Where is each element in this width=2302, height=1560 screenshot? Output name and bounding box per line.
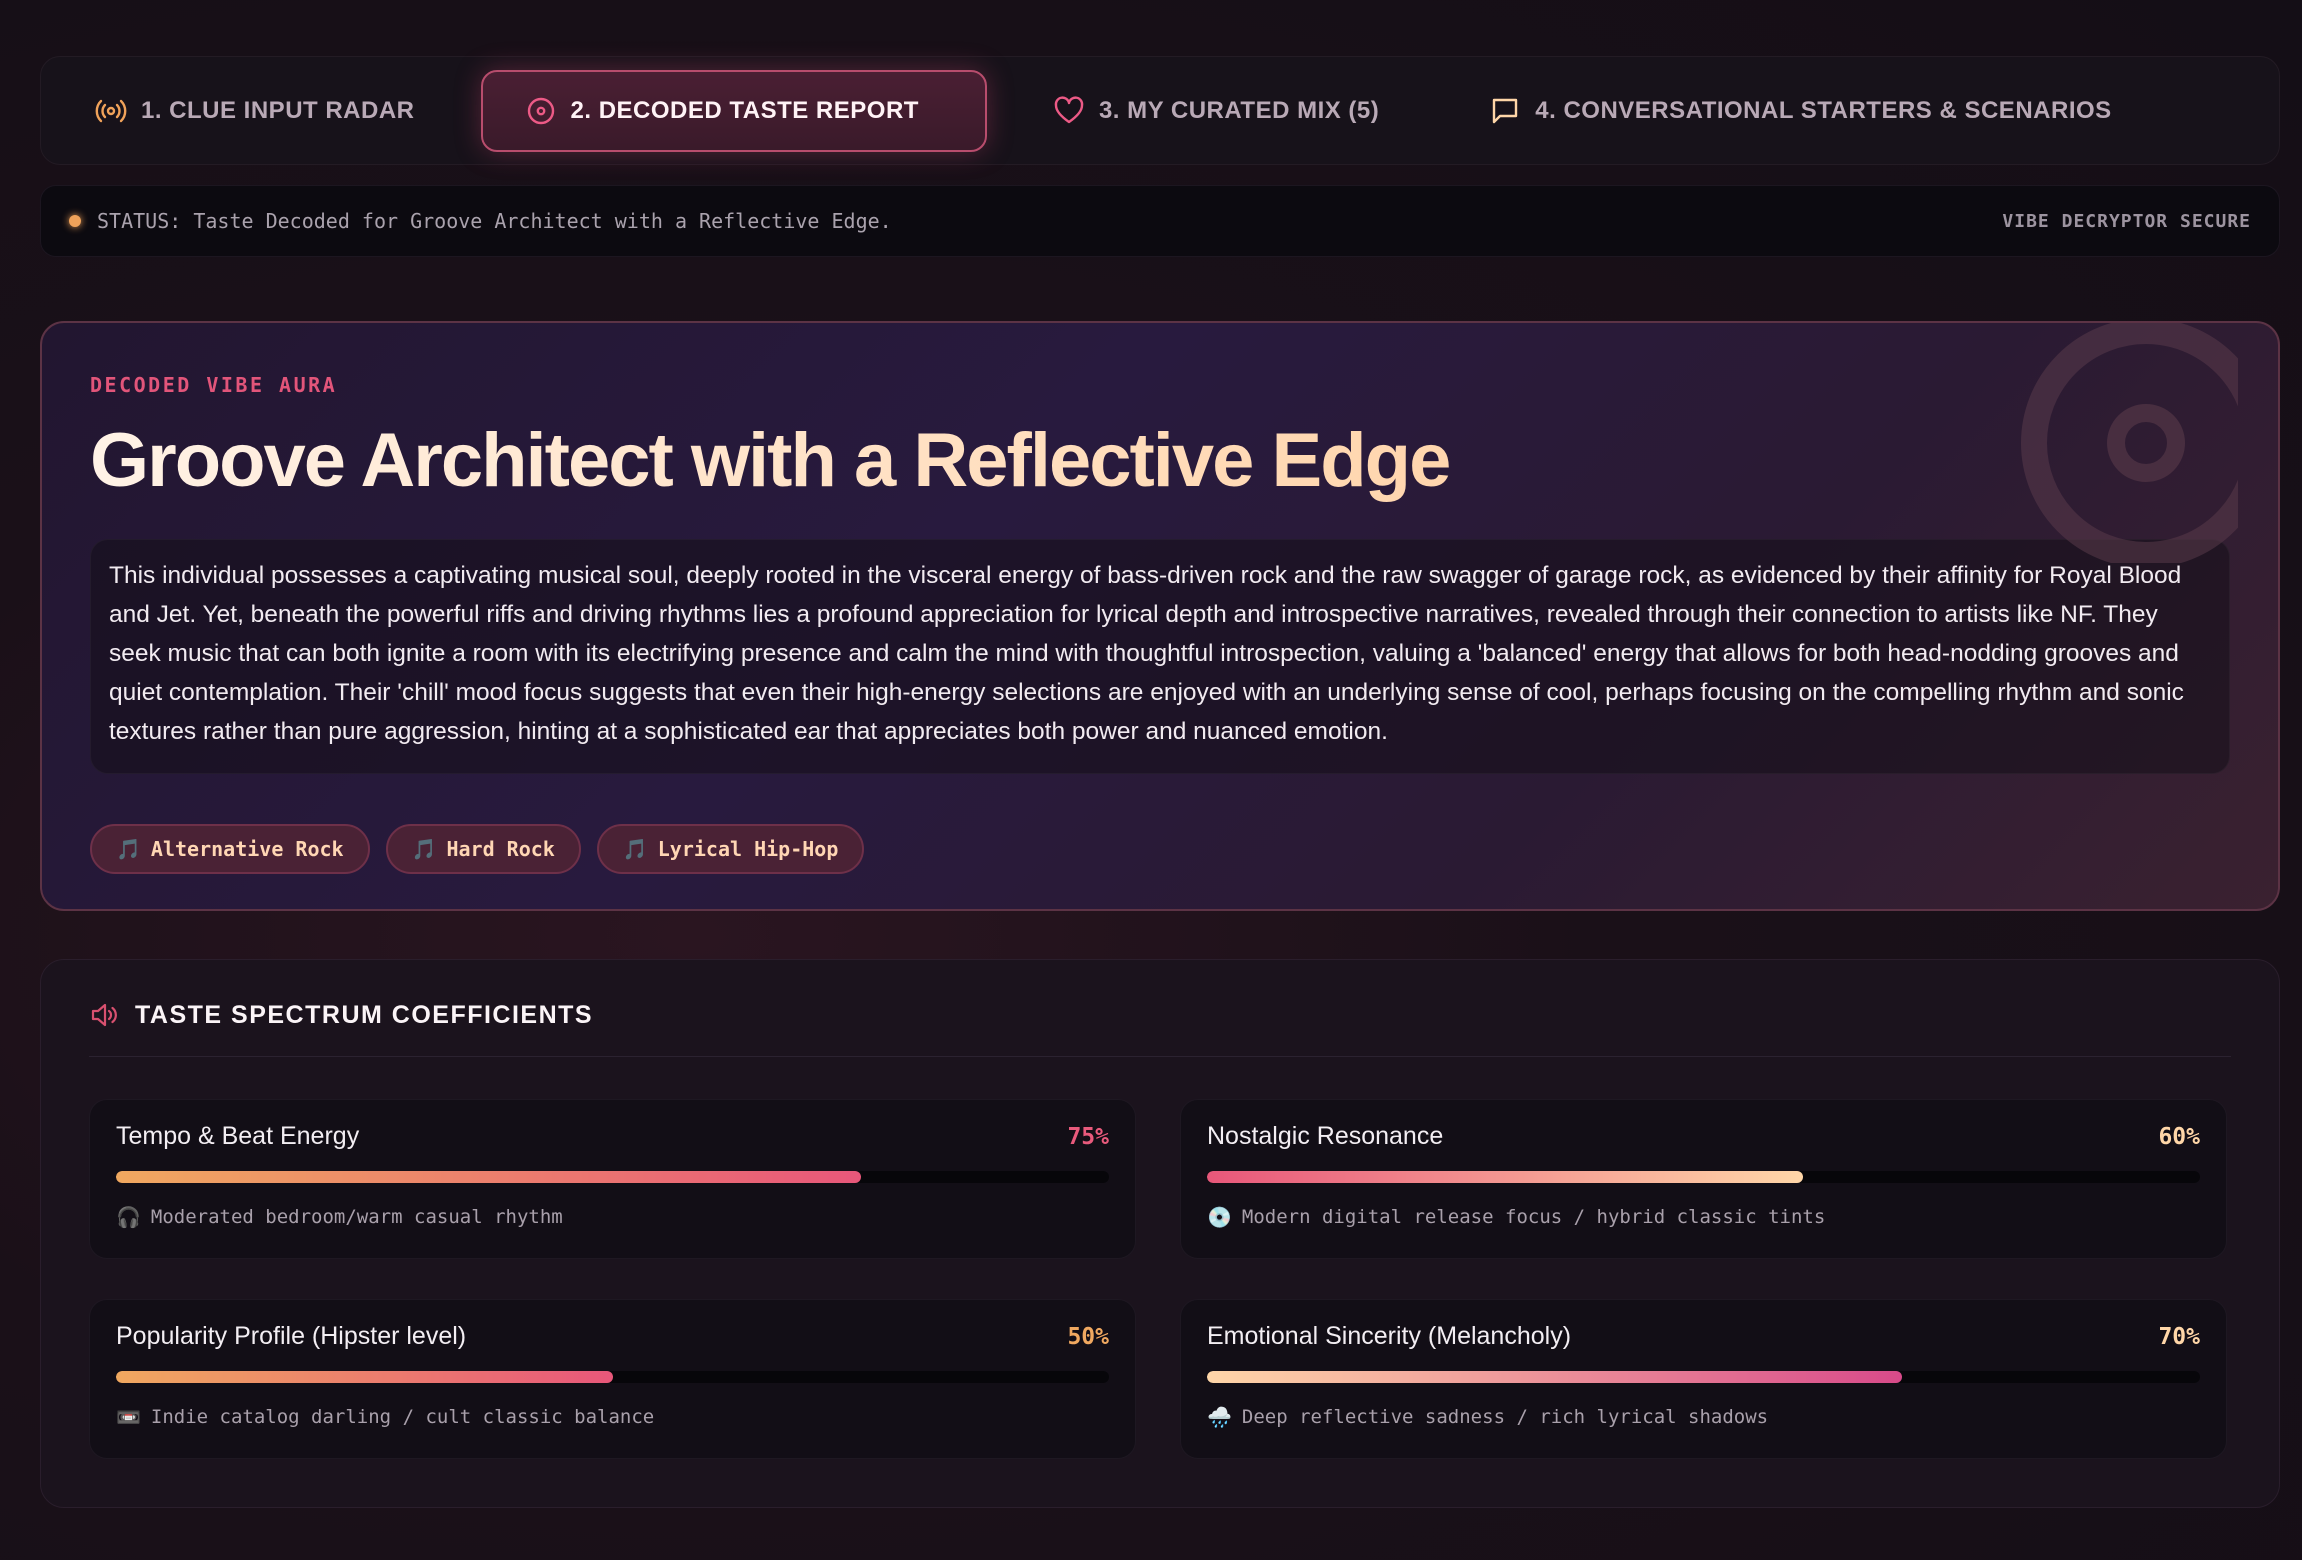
status-secure-label: VIBE DECRYPTOR SECURE xyxy=(2002,210,2251,232)
coefficient-card: Nostalgic Resonance 60% 💿 Modern digital… xyxy=(1180,1099,2227,1259)
tab-label: 4. CONVERSATIONAL STARTERS & SCENARIOS xyxy=(1535,96,2112,124)
coefficient-track xyxy=(116,1371,1109,1383)
coefficient-fill xyxy=(1207,1171,1803,1183)
genre-chip-alternative-rock[interactable]: 🎵 Alternative Rock xyxy=(90,823,370,874)
chip-label: Hard Rock xyxy=(446,836,555,861)
cassette-icon: 📼 xyxy=(116,1405,141,1429)
decoded-vibe-card: DECODED VIBE AURA Groove Architect with … xyxy=(40,321,2280,911)
coefficient-caption: Indie catalog darling / cult classic bal… xyxy=(150,1406,655,1428)
speaker-volume-icon xyxy=(91,1003,117,1027)
genre-chips: 🎵 Alternative Rock 🎵 Hard Rock 🎵 Lyrical… xyxy=(90,823,2230,874)
spectrum-header: TASTE SPECTRUM COEFFICIENTS xyxy=(89,1000,2231,1057)
coefficient-card: Tempo & Beat Energy 75% 🎧 Moderated bedr… xyxy=(89,1099,1136,1259)
coefficient-card: Emotional Sincerity (Melancholy) 70% 🌧️ … xyxy=(1180,1299,2227,1459)
chat-bubble-icon xyxy=(1493,98,1518,123)
coefficient-fill xyxy=(116,1371,613,1383)
disc-icon xyxy=(527,97,554,124)
coefficient-caption: Deep reflective sadness / rich lyrical s… xyxy=(1241,1406,1769,1428)
coefficient-card: Popularity Profile (Hipster level) 50% 📼… xyxy=(89,1299,1136,1459)
tab-decoded-taste-report[interactable]: 2. DECODED TASTE REPORT xyxy=(480,69,987,152)
coefficient-name: Nostalgic Resonance xyxy=(1207,1122,1444,1150)
tab-clue-input-radar[interactable]: 1. CLUE INPUT RADAR xyxy=(51,70,459,152)
music-note-icon: 🎵 xyxy=(116,836,141,861)
genre-chip-lyrical-hip-hop[interactable]: 🎵 Lyrical Hip-Hop xyxy=(596,823,865,874)
coefficient-caption: Modern digital release focus / hybrid cl… xyxy=(1241,1206,1826,1228)
coefficient-caption: Moderated bedroom/warm casual rhythm xyxy=(150,1206,563,1228)
taste-spectrum-section: TASTE SPECTRUM COEFFICIENTS Tempo & Beat… xyxy=(40,959,2280,1508)
headphones-icon: 🎧 xyxy=(116,1205,141,1229)
chip-label: Alternative Rock xyxy=(150,836,344,861)
coefficient-percent: 70% xyxy=(2158,1323,2200,1350)
vibe-title: Groove Architect with a Reflective Edge xyxy=(90,419,2230,503)
tab-label: 2. DECODED TASTE REPORT xyxy=(570,96,919,124)
coefficient-name: Emotional Sincerity (Melancholy) xyxy=(1207,1322,1572,1350)
app-root: 1. CLUE INPUT RADAR 2. DECODED TASTE REP… xyxy=(40,56,2280,1508)
music-note-icon: 🎵 xyxy=(622,836,648,861)
tab-label: 1. CLUE INPUT RADAR xyxy=(141,96,415,124)
coefficient-track xyxy=(116,1171,1109,1183)
rain-cloud-icon: 🌧️ xyxy=(1207,1405,1232,1429)
tab-bar: 1. CLUE INPUT RADAR 2. DECODED TASTE REP… xyxy=(40,56,2280,165)
status-text: STATUS: Taste Decoded for Groove Archite… xyxy=(97,209,892,233)
coefficient-percent: 50% xyxy=(1067,1323,1109,1350)
music-note-icon: 🎵 xyxy=(411,836,437,861)
coefficient-name: Tempo & Beat Energy xyxy=(116,1122,360,1150)
coefficient-name: Popularity Profile (Hipster level) xyxy=(116,1322,467,1350)
status-bar: STATUS: Taste Decoded for Groove Archite… xyxy=(40,185,2280,257)
coefficient-percent: 75% xyxy=(1067,1123,1109,1150)
coefficient-grid: Tempo & Beat Energy 75% 🎧 Moderated bedr… xyxy=(89,1099,2231,1459)
radio-broadcast-icon xyxy=(95,99,127,122)
tab-conversational-starters[interactable]: 4. CONVERSATIONAL STARTERS & SCENARIOS xyxy=(1445,70,2155,152)
cd-icon: 💿 xyxy=(1207,1205,1232,1229)
coefficient-track xyxy=(1207,1171,2200,1183)
coefficient-fill xyxy=(116,1171,861,1183)
heart-icon xyxy=(1054,95,1084,123)
spectrum-title: TASTE SPECTRUM COEFFICIENTS xyxy=(135,1000,594,1029)
status-dot-icon xyxy=(69,215,81,227)
vibe-description: This individual possesses a captivating … xyxy=(90,538,2230,774)
coefficient-track xyxy=(1207,1371,2200,1383)
eyebrow-label: DECODED VIBE AURA xyxy=(90,373,338,397)
genre-chip-hard-rock[interactable]: 🎵 Hard Rock xyxy=(385,823,581,874)
coefficient-fill xyxy=(1207,1371,1903,1383)
tab-label: 3. MY CURATED MIX (5) xyxy=(1098,96,1380,124)
chip-label: Lyrical Hip-Hop xyxy=(657,836,839,861)
vinyl-record-icon xyxy=(2021,323,2238,563)
coefficient-percent: 60% xyxy=(2158,1123,2200,1150)
tab-my-curated-mix[interactable]: 3. MY CURATED MIX (5) xyxy=(1009,70,1423,152)
